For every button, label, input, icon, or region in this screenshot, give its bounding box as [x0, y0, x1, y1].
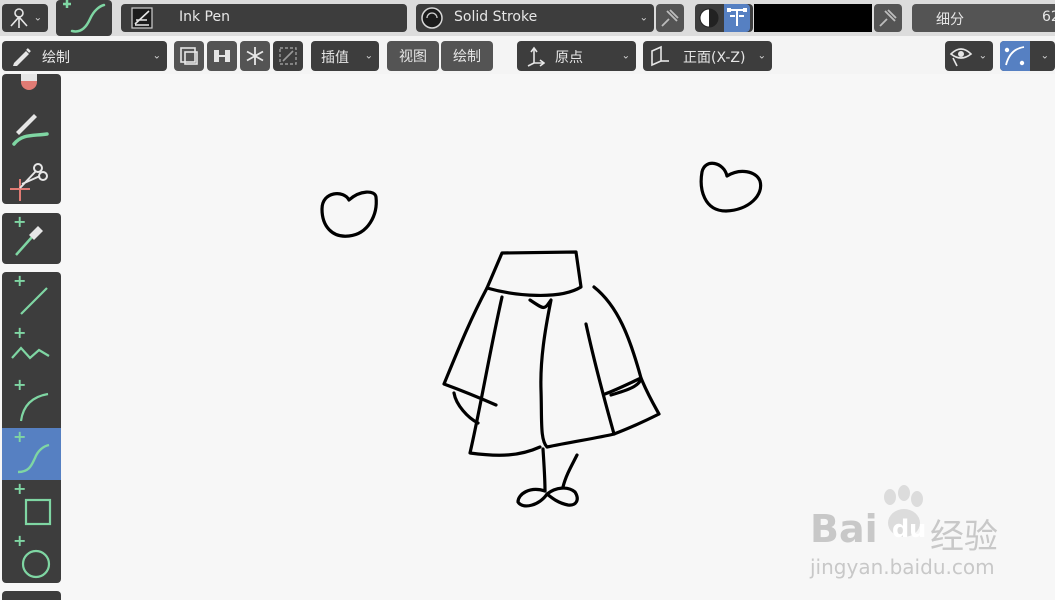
coat-left-panel-stroke — [468, 295, 542, 457]
watermark-brand-du: du — [892, 515, 927, 543]
sleeve-right-stroke — [609, 376, 661, 436]
shoes-stroke — [516, 486, 579, 508]
coat-outline-stroke — [442, 286, 498, 407]
heart-stroke-right — [699, 161, 763, 213]
watermark-brand-cn: 经验 — [930, 517, 998, 557]
heart-stroke-left — [320, 190, 378, 238]
watermark: Bai du 经验 jingyan.baidu.com — [810, 485, 1050, 595]
collar-stroke — [485, 250, 583, 297]
coat-right-panel-stroke — [584, 322, 616, 436]
coat-center-stroke — [528, 298, 616, 449]
legs-stroke — [541, 447, 579, 493]
grease-pencil-drawing — [320, 161, 763, 508]
coat-right-outline-stroke — [592, 285, 643, 396]
watermark-brand-latin: Bai — [810, 507, 878, 551]
watermark-url: jingyan.baidu.com — [810, 555, 995, 579]
